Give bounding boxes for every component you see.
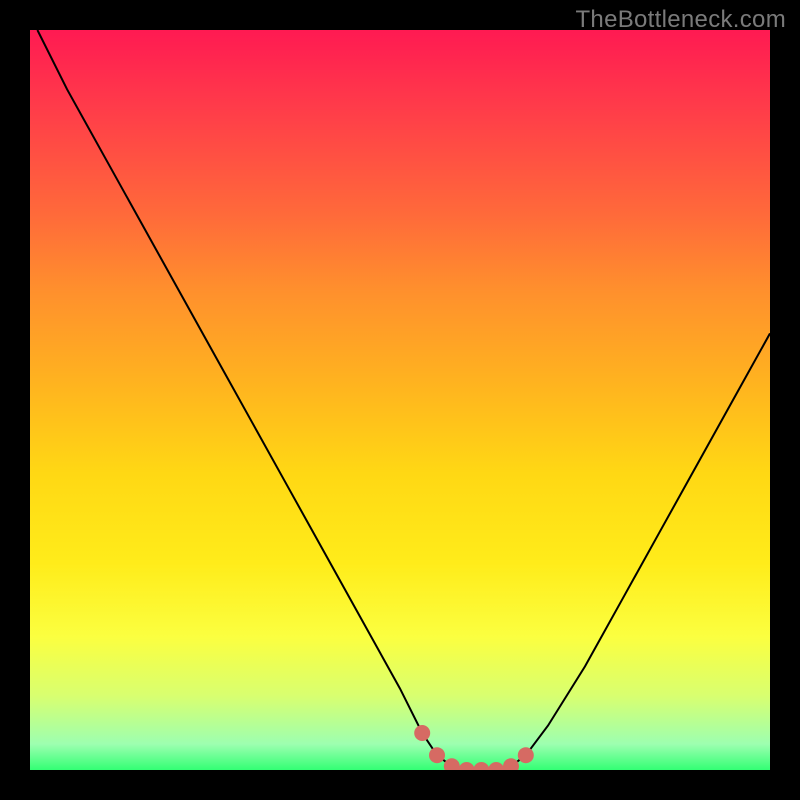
- trough-marker: [488, 762, 504, 770]
- plot-area: [30, 30, 770, 770]
- trough-marker: [459, 762, 475, 770]
- bottleneck-curve: [37, 30, 770, 770]
- trough-marker: [429, 747, 445, 763]
- trough-marker: [503, 758, 519, 770]
- chart-stage: TheBottleneck.com: [0, 0, 800, 800]
- curve-layer: [30, 30, 770, 770]
- trough-marker: [518, 747, 534, 763]
- trough-marker: [444, 758, 460, 770]
- trough-marker: [414, 725, 430, 741]
- trough-marker: [473, 762, 489, 770]
